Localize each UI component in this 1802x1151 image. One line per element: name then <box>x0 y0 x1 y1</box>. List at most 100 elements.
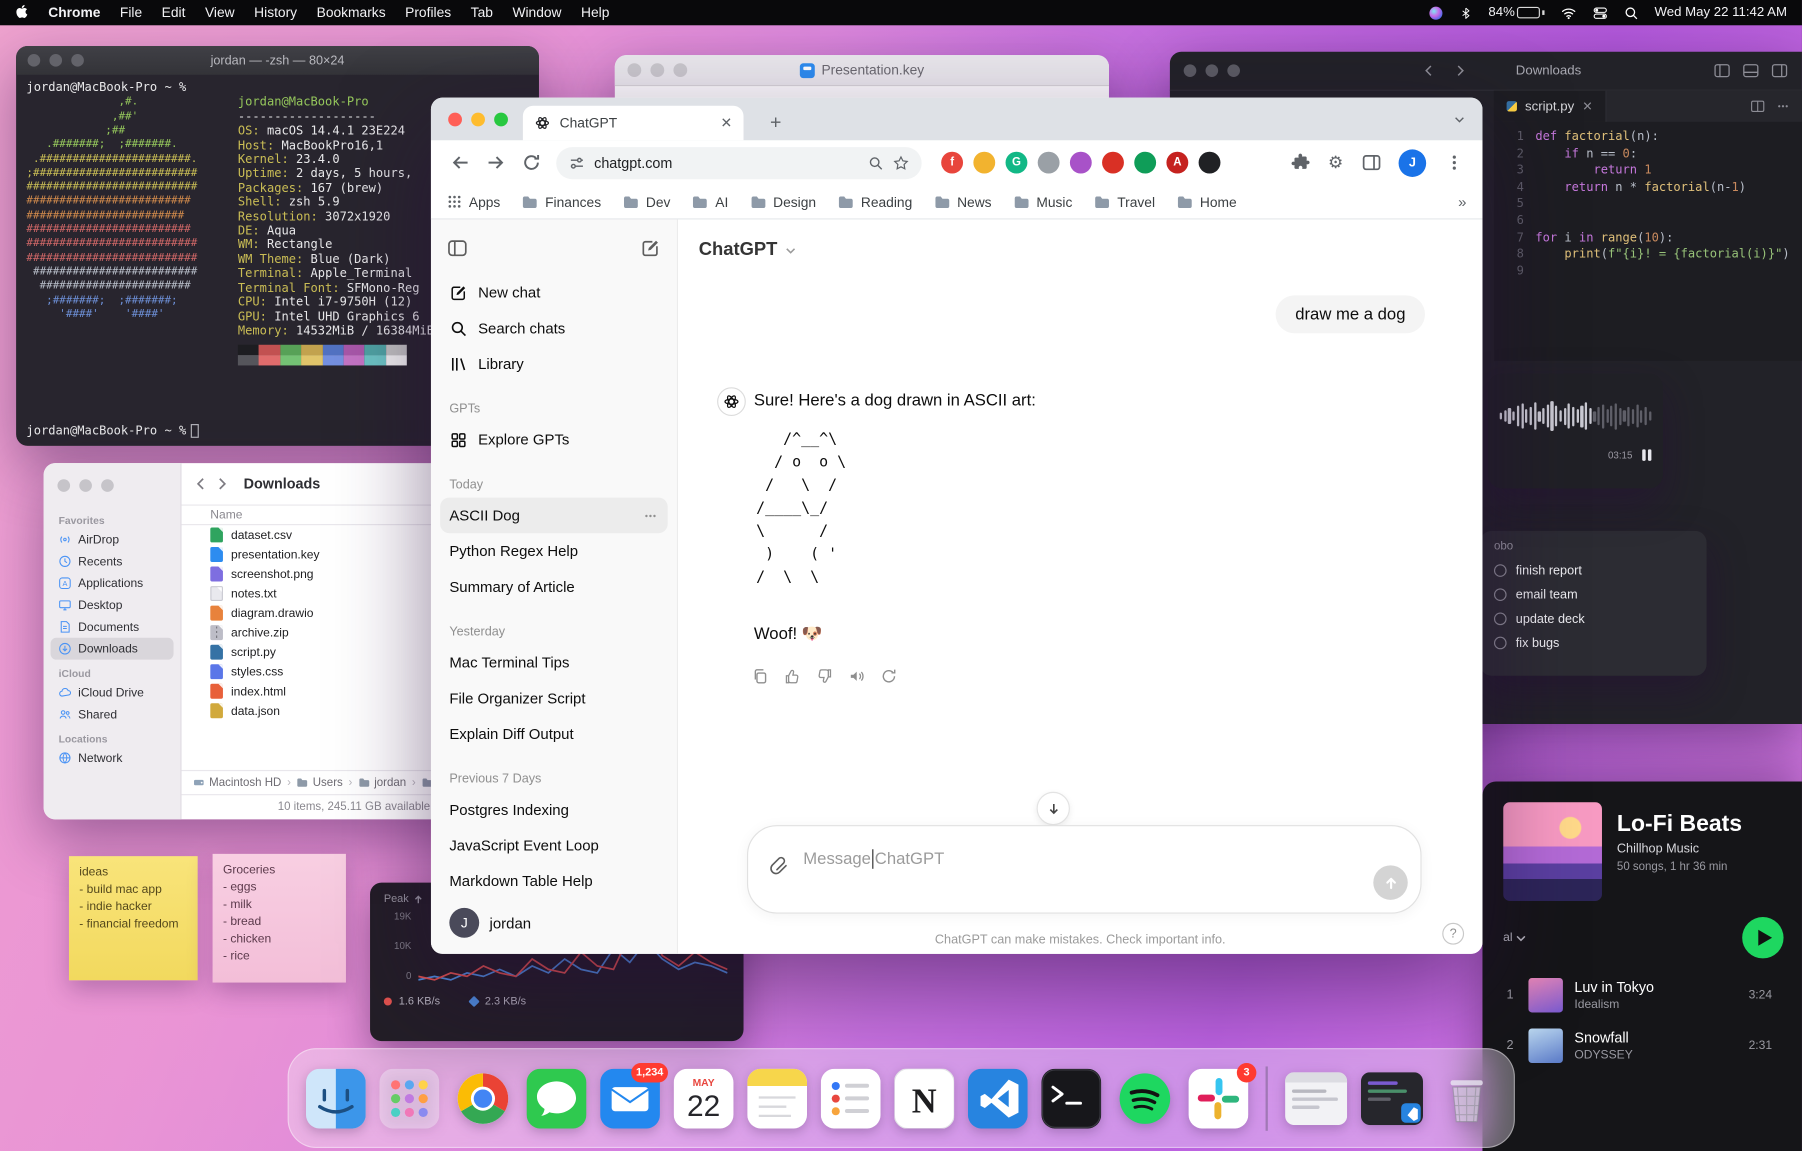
battery-indicator[interactable]: 84% <box>1488 6 1544 20</box>
copy-icon[interactable] <box>752 668 769 685</box>
dock-launchpad-icon[interactable] <box>380 1068 440 1128</box>
bookmark-star-icon[interactable] <box>893 155 909 171</box>
sidebar-item-desktop[interactable]: Desktop <box>51 594 174 616</box>
bookmark-folder-reading[interactable]: Reading <box>838 194 912 210</box>
extension-icon[interactable] <box>1199 152 1221 174</box>
extension-icon[interactable]: f <box>941 152 963 174</box>
dock-messages-icon[interactable] <box>527 1068 587 1128</box>
chat-item-explain-diff-output[interactable]: Explain Diff Output <box>440 716 668 752</box>
dock-calendar-icon[interactable]: MAY22 <box>674 1068 734 1128</box>
dock-terminal-icon[interactable] <box>1041 1068 1101 1128</box>
sidebar-item-recents[interactable]: Recents <box>51 550 174 572</box>
gear-icon[interactable]: ⚙ <box>1328 154 1343 171</box>
extension-icon[interactable] <box>1102 152 1124 174</box>
dock-notes-icon[interactable] <box>747 1068 807 1128</box>
editor-titlebar[interactable]: Downloads <box>1170 52 1802 91</box>
dock-notion-icon[interactable]: N <box>894 1068 954 1128</box>
todo-item-finish-report[interactable]: finish report <box>1494 559 1693 583</box>
dock-chrome-icon[interactable] <box>453 1068 513 1128</box>
play-button[interactable] <box>1742 917 1783 958</box>
back-button[interactable] <box>193 476 209 492</box>
editor-actions[interactable] <box>1750 99 1802 114</box>
dock-finder-icon[interactable] <box>306 1068 366 1128</box>
sort-dropdown[interactable]: al <box>1503 931 1526 945</box>
attach-icon[interactable] <box>768 854 790 876</box>
browser-tab[interactable]: ChatGPT ✕ <box>523 106 744 140</box>
url-text[interactable]: chatgpt.com <box>594 155 858 171</box>
checkbox-circle-icon[interactable] <box>1494 613 1507 626</box>
presentation-titlebar[interactable]: Presentation.key <box>615 55 1109 86</box>
extension-icon[interactable] <box>1038 152 1060 174</box>
sticky-note-yellow[interactable]: ideas - build mac app- indie hacker- fin… <box>69 856 198 980</box>
chat-options-icon[interactable] <box>642 507 658 523</box>
window-controls[interactable] <box>448 113 508 127</box>
thumbs-down-icon[interactable] <box>816 668 833 685</box>
side-panel-icon[interactable] <box>1356 148 1386 178</box>
menu-file[interactable]: File <box>120 5 142 21</box>
tab-script-py[interactable]: script.py ✕ <box>1494 91 1607 122</box>
chat-item-file-organizer-script[interactable]: File Organizer Script <box>440 680 668 716</box>
chat-item-javascript-event-loop[interactable]: JavaScript Event Loop <box>440 827 668 863</box>
checkbox-circle-icon[interactable] <box>1494 564 1507 577</box>
editor-history-nav[interactable] <box>1422 63 1468 78</box>
sidebar-item-documents[interactable]: Documents <box>51 616 174 638</box>
search-icon[interactable] <box>868 155 884 171</box>
bookmark-folder-news[interactable]: News <box>934 194 991 210</box>
control-center-icon[interactable] <box>1592 5 1607 20</box>
sidebar-item-network[interactable]: Network <box>51 747 174 769</box>
sidebar-item-library[interactable]: Library <box>440 346 668 382</box>
sidebar-item-applications[interactable]: AApplications <box>51 572 174 594</box>
extension-icon[interactable] <box>1070 152 1092 174</box>
sidebar-item-icloud-drive[interactable]: iCloud Drive <box>51 681 174 703</box>
forward-button[interactable] <box>480 148 510 178</box>
todo-item-fix-bugs[interactable]: fix bugs <box>1494 631 1693 655</box>
pause-icon[interactable] <box>1642 449 1652 460</box>
menu-window[interactable]: Window <box>512 5 561 21</box>
code-editor[interactable]: script.py ✕ 1def factorial(n):2 if n == … <box>1494 91 1802 361</box>
chat-item-markdown-table-help[interactable]: Markdown Table Help <box>440 863 668 899</box>
chat-item-summary-of-article[interactable]: Summary of Article <box>440 569 668 605</box>
menu-edit[interactable]: Edit <box>162 5 186 21</box>
sidebar-item-new-chat[interactable]: New chat <box>440 275 668 311</box>
chat-item-explore-gpts[interactable]: Explore GPTs <box>440 422 668 458</box>
sidebar-item-search-chats[interactable]: Search chats <box>440 310 668 346</box>
dock-reminders-icon[interactable] <box>821 1068 881 1128</box>
forward-button[interactable] <box>214 476 230 492</box>
user-account-row[interactable]: J jordan <box>440 903 668 942</box>
waveform[interactable] <box>1500 390 1652 443</box>
breadcrumb-item-users[interactable]: Users <box>297 776 343 789</box>
apple-menu[interactable] <box>15 5 29 21</box>
tab-search-icon[interactable] <box>1453 113 1467 127</box>
track-row[interactable]: 1Luv in TokyoIdealism3:24 <box>1503 970 1783 1021</box>
todo-item-email-team[interactable]: email team <box>1494 583 1693 607</box>
site-settings-icon[interactable] <box>569 155 585 171</box>
sidebar-item-shared[interactable]: Shared <box>51 703 174 725</box>
address-bar[interactable]: chatgpt.com <box>556 147 921 179</box>
bookmark-folder-music[interactable]: Music <box>1013 194 1072 210</box>
send-button[interactable] <box>1373 865 1407 899</box>
bookmark-folder-design[interactable]: Design <box>750 194 816 210</box>
code-lines[interactable]: 1def factorial(n):2 if n == 0:3 return 1… <box>1494 122 1802 287</box>
dock-trash-icon[interactable] <box>1436 1068 1496 1128</box>
breadcrumb-item-jordan[interactable]: jordan <box>358 776 406 789</box>
reload-button[interactable] <box>516 148 546 178</box>
menu-view[interactable]: View <box>205 5 235 21</box>
read-aloud-icon[interactable] <box>848 668 865 685</box>
extension-icon[interactable] <box>973 152 995 174</box>
menu-history[interactable]: History <box>254 5 297 21</box>
chat-item-postgres-indexing[interactable]: Postgres Indexing <box>440 792 668 828</box>
extensions-puzzle-icon[interactable] <box>1285 148 1315 178</box>
dock-vscode-icon[interactable] <box>968 1068 1028 1128</box>
siri-icon[interactable] <box>1429 5 1444 20</box>
dock-slack-icon[interactable]: 3 <box>1189 1068 1249 1128</box>
chat-item-ascii-dog[interactable]: ASCII Dog <box>440 498 668 534</box>
bookmark-apps[interactable]: Apps <box>447 194 500 210</box>
sticky-note-pink[interactable]: Groceries - eggs- milk- bread- chicken- … <box>213 854 346 983</box>
sidebar-toggle-icon[interactable] <box>447 238 468 259</box>
chat-item-mac-terminal-tips[interactable]: Mac Terminal Tips <box>440 645 668 681</box>
dock-mail-icon[interactable]: 1,234 <box>600 1068 660 1128</box>
chat-item-python-regex-help[interactable]: Python Regex Help <box>440 533 668 569</box>
terminal-titlebar[interactable]: jordan — -zsh — 80×24 <box>16 46 539 75</box>
active-app-name[interactable]: Chrome <box>48 5 100 21</box>
message-input[interactable]: Message ChatGPT <box>747 825 1422 913</box>
